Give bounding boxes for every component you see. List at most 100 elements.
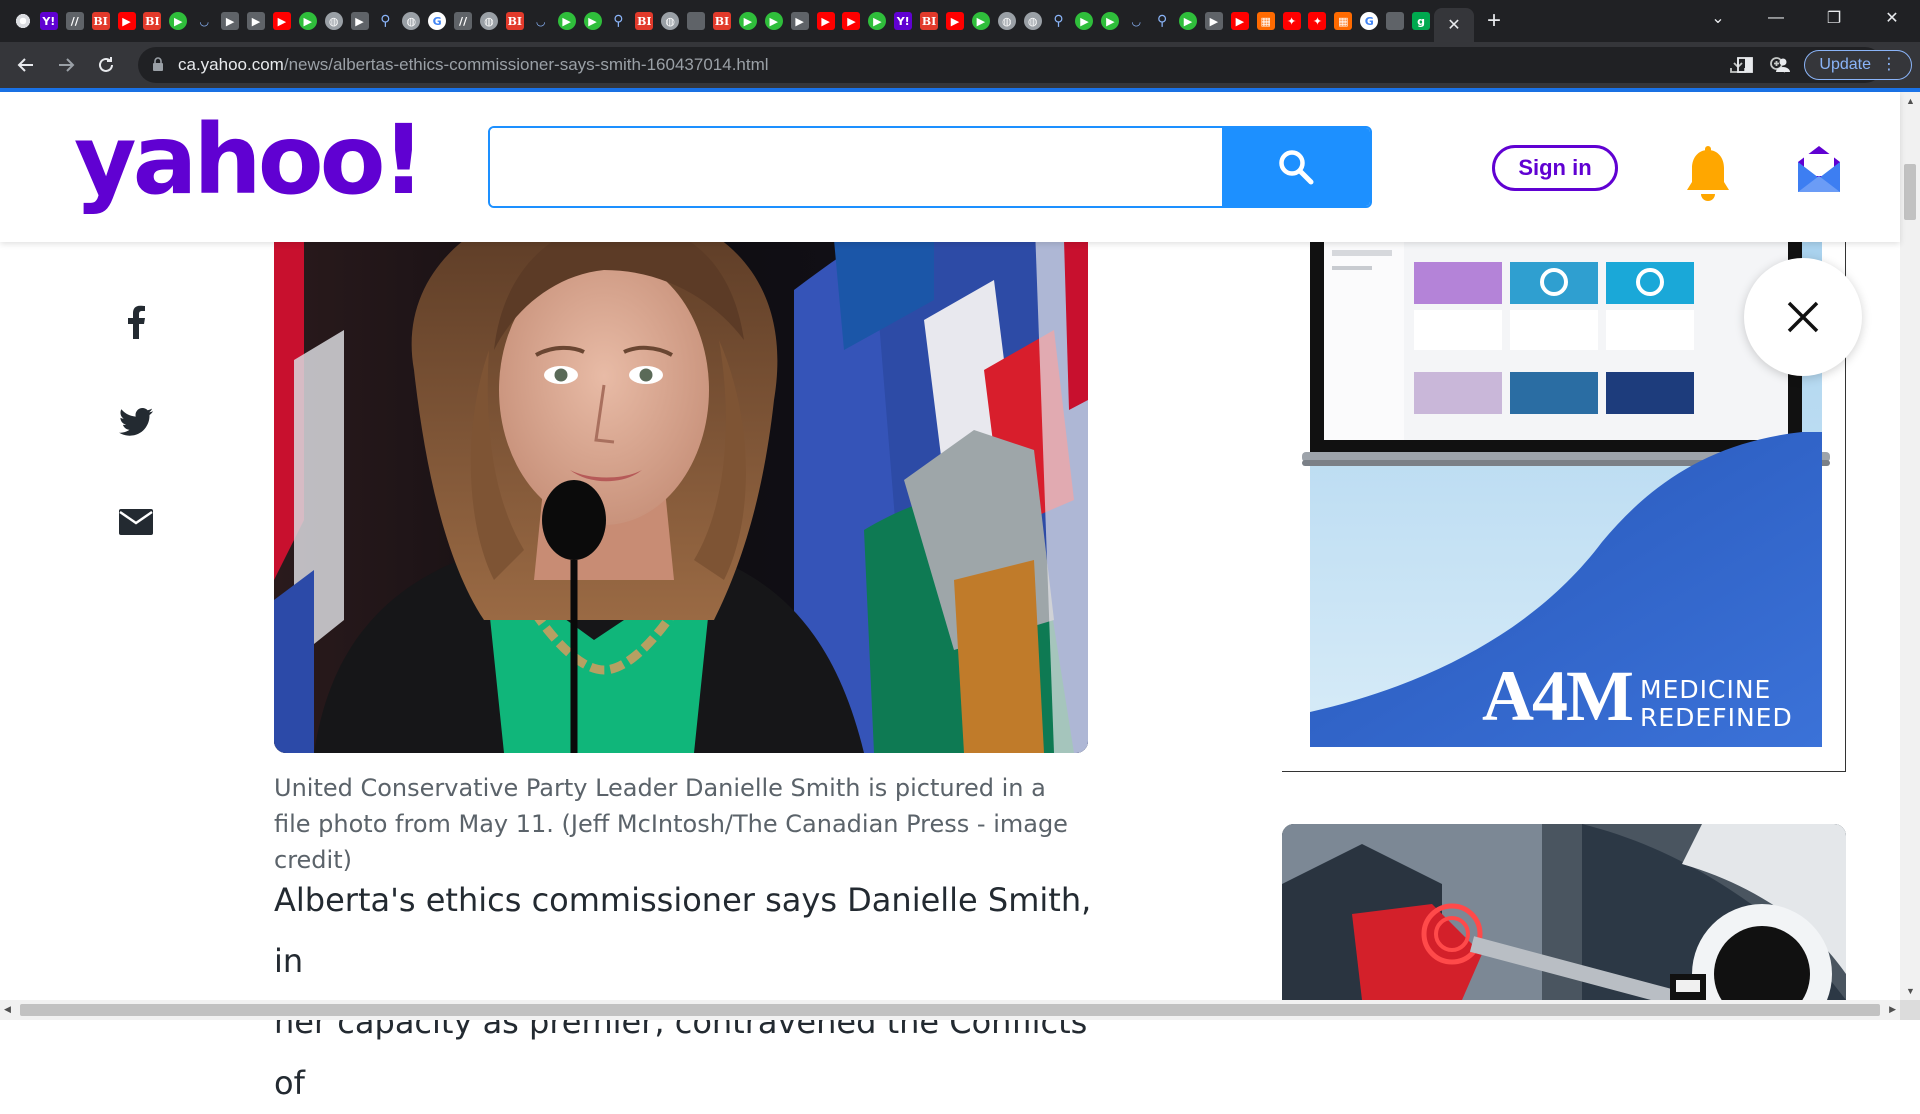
restore-button[interactable]: ❐: [1806, 0, 1862, 36]
browser-tab[interactable]: ▶: [243, 0, 269, 42]
browser-tab[interactable]: ◡: [191, 0, 217, 42]
new-tab-button[interactable]: +: [1474, 0, 1514, 42]
horizontal-scroll-thumb[interactable]: [20, 1004, 1880, 1016]
horizontal-scrollbar[interactable]: ◀ ▶: [0, 1000, 1900, 1020]
browser-tab[interactable]: ✦: [1305, 0, 1331, 42]
related-story-image[interactable]: [1282, 824, 1846, 1000]
mail-button[interactable]: [1796, 144, 1842, 194]
search-input[interactable]: [490, 128, 1222, 206]
browser-tab[interactable]: g: [1408, 0, 1434, 42]
notifications-button[interactable]: [1684, 146, 1732, 202]
browser-tab[interactable]: ◍: [398, 0, 424, 42]
browser-tab[interactable]: ⚲: [605, 0, 631, 42]
tab-search-button[interactable]: ⌄: [1690, 0, 1746, 36]
scroll-left-arrow-icon[interactable]: ◀: [4, 1004, 11, 1015]
close-icon: ✕: [1885, 10, 1899, 27]
browser-tab[interactable]: BI: [631, 0, 657, 42]
browser-tab[interactable]: ▶: [735, 0, 761, 42]
vertical-scroll-thumb[interactable]: [1904, 164, 1916, 220]
active-tab-close-button[interactable]: ✕: [1433, 8, 1474, 42]
bell-icon: [1687, 146, 1729, 201]
close-ad-button[interactable]: [1744, 258, 1862, 376]
browser-tab[interactable]: ▶: [580, 0, 606, 42]
browser-tab[interactable]: ◍: [321, 0, 347, 42]
browser-tab[interactable]: ▶: [295, 0, 321, 42]
side-panel-button[interactable]: [1728, 48, 1762, 82]
yt-favicon-icon: ▶: [117, 12, 136, 30]
play-favicon-icon: ▶: [1179, 12, 1198, 30]
browser-tab[interactable]: ▶: [1227, 0, 1253, 42]
browser-tab[interactable]: ▶: [114, 0, 140, 42]
browser-tab[interactable]: Y!: [890, 0, 916, 42]
browser-tab[interactable]: //: [450, 0, 476, 42]
browser-tab[interactable]: G: [424, 0, 450, 42]
scroll-right-arrow-icon[interactable]: ▶: [1889, 1004, 1896, 1015]
browser-tab[interactable]: ◡: [1123, 0, 1149, 42]
forward-button[interactable]: [46, 45, 86, 85]
close-window-button[interactable]: ✕: [1864, 0, 1920, 36]
browser-tab[interactable]: ▶: [269, 0, 295, 42]
browser-tab[interactable]: ◍: [476, 0, 502, 42]
address-bar[interactable]: ca.yahoo.com/news/albertas-ethics-commis…: [138, 47, 1883, 83]
share-email-button[interactable]: [118, 504, 154, 540]
browser-tab[interactable]: BI: [139, 0, 165, 42]
browser-tab[interactable]: ▶: [217, 0, 243, 42]
play-favicon-icon: ▶: [557, 12, 576, 30]
browser-tab[interactable]: ▶: [1201, 0, 1227, 42]
browser-tab[interactable]: G: [1356, 0, 1382, 42]
search-button[interactable]: [1222, 128, 1370, 206]
yahoo-logo[interactable]: yahoo!: [74, 112, 425, 208]
scroll-down-arrow-icon[interactable]: ▼: [1906, 986, 1915, 996]
minimize-icon: —: [1768, 9, 1784, 26]
browser-tab[interactable]: ▶: [347, 0, 373, 42]
article-paragraph-line: Alberta's ethics commissioner says Danie…: [274, 881, 1092, 980]
vertical-scrollbar[interactable]: ▲ ▼: [1900, 92, 1920, 1000]
browser-tab[interactable]: Y!: [36, 0, 62, 42]
reload-button[interactable]: [86, 45, 126, 85]
browser-tab[interactable]: ▶: [554, 0, 580, 42]
browser-tab[interactable]: ▶: [787, 0, 813, 42]
browser-tab[interactable]: ✦: [1279, 0, 1305, 42]
browser-tab[interactable]: ⚲: [1046, 0, 1072, 42]
g-favicon-icon: G: [428, 12, 447, 30]
profile-button[interactable]: [1766, 48, 1800, 82]
browser-tab[interactable]: BI: [709, 0, 735, 42]
sign-in-button[interactable]: Sign in: [1492, 145, 1618, 191]
browser-tab[interactable]: ◍: [657, 0, 683, 42]
browser-tab[interactable]: ▶: [165, 0, 191, 42]
browser-tab[interactable]: ▶: [864, 0, 890, 42]
browser-tab[interactable]: [1382, 0, 1408, 42]
browser-tab[interactable]: ▶: [942, 0, 968, 42]
browser-tab[interactable]: BI: [916, 0, 942, 42]
browser-tab[interactable]: ▶: [968, 0, 994, 42]
bi-favicon-icon: BI: [143, 12, 162, 30]
back-button[interactable]: [6, 45, 46, 85]
browser-tab[interactable]: ▦: [1253, 0, 1279, 42]
browser-tab[interactable]: ▶: [1175, 0, 1201, 42]
scroll-up-arrow-icon[interactable]: ▲: [1906, 96, 1915, 106]
bi-favicon-icon: BI: [920, 12, 939, 30]
browser-tab[interactable]: ◍: [1020, 0, 1046, 42]
browser-tab[interactable]: ◍: [994, 0, 1020, 42]
browser-tab[interactable]: ▶: [761, 0, 787, 42]
update-button[interactable]: Update ⋮: [1804, 50, 1912, 80]
browser-tab[interactable]: [10, 0, 36, 42]
browser-tab[interactable]: //: [62, 0, 88, 42]
image-caption: United Conservative Party Leader Daniell…: [274, 774, 1068, 874]
browser-tab[interactable]: ▶: [1097, 0, 1123, 42]
browser-tab[interactable]: ◡: [528, 0, 554, 42]
share-twitter-button[interactable]: [118, 404, 154, 440]
browser-tab[interactable]: ▶: [1072, 0, 1098, 42]
browser-tab[interactable]: ⚲: [372, 0, 398, 42]
browser-tab[interactable]: ▶: [813, 0, 839, 42]
minimize-button[interactable]: —: [1748, 0, 1804, 36]
browser-tab[interactable]: ▦: [1330, 0, 1356, 42]
browser-tab[interactable]: ▶: [839, 0, 865, 42]
browser-tab[interactable]: BI: [88, 0, 114, 42]
slash-favicon-icon: //: [65, 12, 84, 30]
browser-tab[interactable]: [683, 0, 709, 42]
facebook-icon: [128, 305, 145, 339]
share-facebook-button[interactable]: [118, 304, 154, 340]
browser-tab[interactable]: BI: [502, 0, 528, 42]
browser-tab[interactable]: ⚲: [1149, 0, 1175, 42]
